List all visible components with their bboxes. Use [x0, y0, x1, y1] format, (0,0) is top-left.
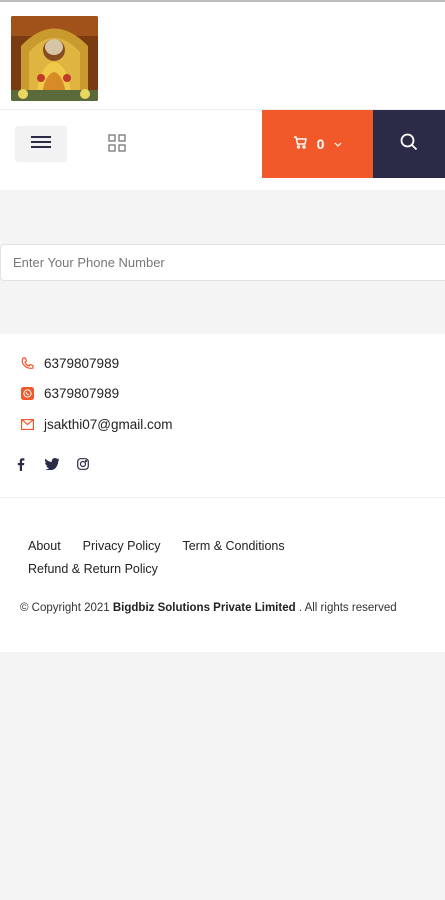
- nav-bar: 0: [0, 109, 445, 190]
- menu-button[interactable]: [15, 126, 67, 162]
- instagram-icon[interactable]: [76, 457, 90, 471]
- chevron-down-icon: [334, 135, 342, 153]
- whatsapp-number: 6379807989: [44, 386, 120, 401]
- link-about[interactable]: About: [28, 539, 61, 553]
- email-icon: [20, 418, 34, 432]
- site-logo[interactable]: [11, 16, 98, 101]
- grid-view-button[interactable]: [105, 133, 129, 157]
- copyright: © Copyright 2021 Bigdbiz Solutions Priva…: [20, 602, 397, 614]
- facebook-icon[interactable]: [14, 457, 28, 471]
- whatsapp-icon: [20, 387, 34, 401]
- social-links: [14, 457, 90, 471]
- cart-icon: [293, 135, 307, 154]
- phone-input[interactable]: [0, 244, 445, 281]
- footer-links: About Privacy Policy Term & Conditions Ref…: [28, 535, 328, 581]
- cart-button[interactable]: 0: [262, 110, 373, 178]
- grid-icon: [108, 133, 126, 157]
- footer-divider: [0, 497, 445, 498]
- phone-subscribe: [0, 244, 445, 281]
- hamburger-icon: [31, 135, 51, 154]
- email-address: jsakthi07@gmail.com: [44, 417, 173, 432]
- link-terms[interactable]: Term & Conditions: [182, 539, 284, 553]
- search-icon: [400, 133, 418, 156]
- cart-count: 0: [316, 136, 325, 152]
- contact-email[interactable]: jsakthi07@gmail.com: [20, 417, 173, 432]
- footer: 6379807989 6379807989 jsakthi07@gmail.co…: [0, 334, 445, 652]
- contact-whatsapp[interactable]: 6379807989: [20, 386, 119, 401]
- twitter-icon[interactable]: [45, 457, 59, 471]
- search-button[interactable]: [373, 110, 445, 178]
- phone-number: 6379807989: [44, 356, 120, 371]
- contact-phone[interactable]: 6379807989: [20, 356, 119, 371]
- logo-image: [11, 16, 98, 101]
- logo-bar: [0, 2, 445, 109]
- link-refund-policy[interactable]: Refund & Return Policy: [28, 562, 158, 576]
- link-privacy-policy[interactable]: Privacy Policy: [83, 539, 161, 553]
- copyright-prefix: © Copyright 2021: [20, 602, 110, 614]
- copyright-suffix: . All rights reserved: [298, 602, 397, 614]
- phone-icon: [20, 357, 34, 371]
- copyright-company: Bigdbiz Solutions Private Limited: [112, 602, 296, 614]
